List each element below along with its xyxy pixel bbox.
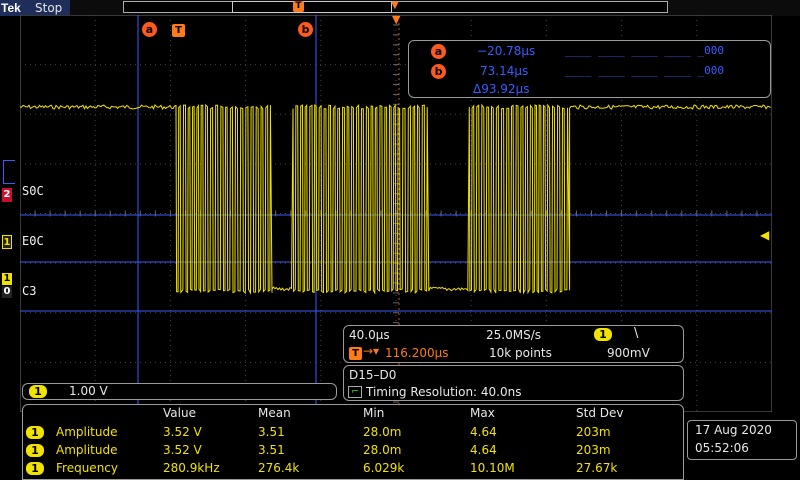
ch2-bracket (3, 160, 15, 184)
cursor-a-badge: a (431, 44, 446, 59)
measurement-min: 28.0m (363, 425, 402, 439)
ch2-marker[interactable]: 2 (2, 188, 12, 202)
record-view-window[interactable] (232, 1, 392, 13)
measurement-row-name: Amplitude (56, 425, 118, 439)
trigger-source-badge: 1 (594, 328, 612, 341)
measurement-min: 28.0m (363, 443, 402, 457)
measurement-value: 3.52 V (163, 443, 202, 457)
cursor-delta: Δ93.92µs (473, 82, 530, 96)
ch2-label: S0C (22, 184, 44, 198)
channel-marker-strip: 2 1 1 0 (0, 158, 20, 308)
date: 17 Aug 2020 (695, 423, 772, 437)
c3-marker-top[interactable]: 1 (2, 273, 12, 285)
measurement-row-name: Frequency (56, 461, 118, 475)
c3-label: C3 (22, 284, 37, 298)
measurement-min: 6.029k (363, 461, 405, 475)
measurement-std: 203m (576, 425, 611, 439)
vertical-scale: 1.00 V (69, 384, 108, 398)
measurement-row-channel: 1 (26, 462, 44, 475)
time-per-division: 40.0µs (349, 328, 390, 342)
measurement-max: 10.10M (470, 461, 515, 475)
sample-rate: 25.0MS/s (486, 328, 541, 342)
cursor-b-badge: b (431, 64, 446, 79)
measurement-std: 27.67k (576, 461, 618, 475)
timing-resolution: Timing Resolution: 40.0ns (366, 385, 522, 399)
timing-icon: ⌐ (348, 386, 362, 398)
cursor-b-digital-value: ____ ____ ____ ____ _000 (565, 64, 724, 77)
trigger-position-value: 116.200µs (385, 346, 449, 360)
record-trigger-marker: T (293, 1, 304, 12)
ch1-marker[interactable]: 1 (2, 235, 12, 249)
trigger-slope-icon: \ (634, 326, 639, 341)
record-length: 10k points (489, 346, 552, 360)
measurement-std: 203m (576, 443, 611, 457)
measurement-max: 4.64 (470, 443, 497, 457)
measurement-row-channel: 1 (26, 426, 44, 439)
measurement-header-max: Max (470, 406, 495, 420)
cursor-b-marker[interactable]: b (298, 22, 313, 37)
trigger-arrow-icon: →▾ (363, 344, 380, 358)
bus-name: D15–D0 (349, 368, 397, 382)
c3-marker-bottom[interactable]: 0 (2, 286, 12, 298)
cursor-a-time: −20.78µs (477, 44, 536, 58)
trigger-position-marker[interactable]: T (172, 24, 185, 37)
brand-logo: Tek (1, 1, 21, 15)
measurement-header-value: Value (163, 406, 196, 420)
measurement-row-name: Amplitude (56, 443, 118, 457)
measurement-value: 280.9kHz (163, 461, 220, 475)
ch1-label: E0C (22, 234, 44, 248)
horizontal-trigger-box[interactable]: 40.0µs 25.0MS/s 1 \ T →▾ 116.200µs 10k p… (343, 325, 684, 363)
vertical-scale-box[interactable]: 1 1.00 V (22, 383, 337, 400)
trigger-position-badge: T (349, 347, 362, 360)
bus-info-box[interactable]: D15–D0 ⌐ Timing Resolution: 40.0ns (343, 365, 684, 401)
datetime-box: 17 Aug 2020 05:52:06 (687, 420, 797, 460)
cursor-a-marker[interactable]: a (142, 22, 157, 37)
trigger-position-arrow-icon: ▼ (391, 0, 399, 11)
measurement-mean: 3.51 (258, 425, 285, 439)
cursor-b-time: 73.14µs (480, 64, 529, 78)
measurement-value: 3.52 V (163, 425, 202, 439)
measurement-mean: 276.4k (258, 461, 300, 475)
measurement-header-min: Min (363, 406, 385, 420)
trigger-level: 900mV (607, 346, 650, 360)
cursor-a-digital-value: ____ ____ ____ ____ _000 (565, 44, 724, 57)
measurement-mean: 3.51 (258, 443, 285, 457)
measurement-header-mean: Mean (258, 406, 291, 420)
measurement-header-std: Std Dev (576, 406, 624, 420)
measurement-row-channel: 1 (26, 444, 44, 457)
vertical-channel-badge: 1 (29, 385, 47, 398)
run-state[interactable]: Stop (35, 0, 62, 16)
measurement-max: 4.64 (470, 425, 497, 439)
trigger-level-arrow-icon[interactable]: ◀ (760, 228, 769, 242)
trigger-marker-icon[interactable]: ▼ (392, 13, 400, 26)
cursor-readout-box[interactable]: a −20.78µs ____ ____ ____ ____ _000 b 73… (408, 40, 771, 98)
time: 05:52:06 (695, 441, 749, 455)
measurement-panel[interactable]: Value Mean Min Max Std Dev 1 Amplitude 3.52 V 3… (22, 404, 684, 480)
